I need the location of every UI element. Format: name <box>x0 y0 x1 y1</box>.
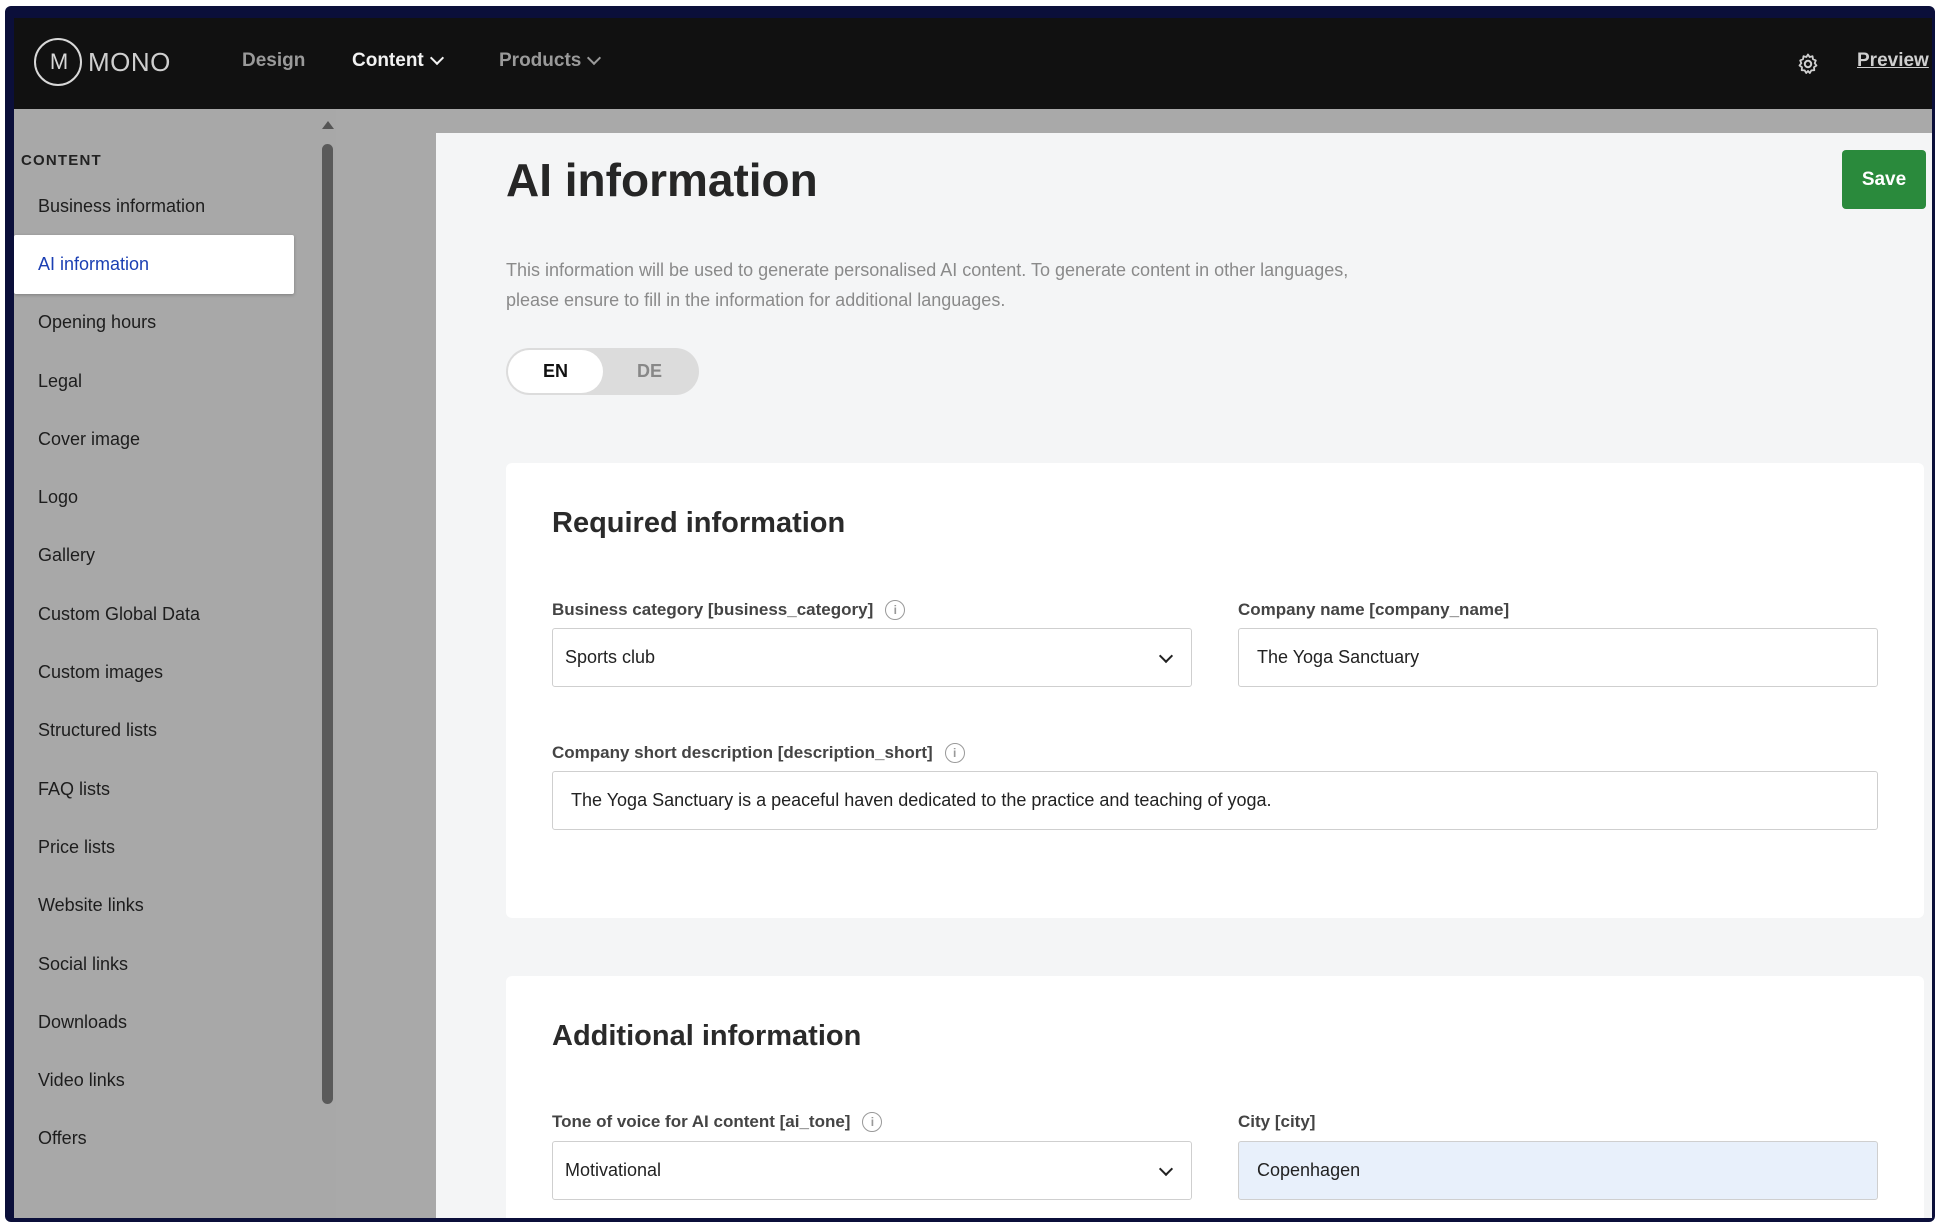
city-label-text: City [city] <box>1238 1112 1316 1131</box>
top-navigation: M MONO Design Content Products Preview <box>14 18 1932 109</box>
sidebar-item-label: Structured lists <box>38 720 158 741</box>
company-name-value: The Yoga Sanctuary <box>1257 647 1420 667</box>
business-category-select[interactable]: Sports club <box>552 628 1192 687</box>
sidebar-heading: CONTENT <box>21 152 102 169</box>
app-window: M MONO Design Content Products Preview C… <box>14 18 1932 1218</box>
info-icon[interactable]: i <box>885 600 906 620</box>
sidebar-item-website-links[interactable]: Website links <box>14 877 294 935</box>
short-description-label-text: Company short description [description_s… <box>552 743 933 762</box>
sidebar-item-label: AI information <box>38 253 150 274</box>
sidebar-item-gallery[interactable]: Gallery <box>14 527 294 585</box>
tone-of-voice-select[interactable]: Motivational <box>552 1141 1192 1200</box>
business-category-label: Business category [business_category] i <box>552 600 906 620</box>
nav-content-label: Content <box>352 50 424 71</box>
sidebar-item-label: Video links <box>38 1070 125 1091</box>
sidebar-list: Business information AI information Open… <box>14 177 294 1168</box>
intro-line: This information will be used to generat… <box>506 260 1349 280</box>
sidebar-item-label: Gallery <box>38 545 96 566</box>
sidebar: CONTENT Business information AI informat… <box>14 109 336 1218</box>
save-button[interactable]: Save <box>1842 150 1926 209</box>
logo-mark-icon: M <box>34 38 82 86</box>
nav-design-label: Design <box>242 50 306 71</box>
page-title: AI information <box>506 154 818 206</box>
chevron-down-icon <box>1158 648 1174 664</box>
company-name-label-text: Company name [company_name] <box>1238 600 1510 619</box>
logo-text: MONO <box>88 46 171 77</box>
language-de-button[interactable]: DE <box>602 350 697 393</box>
sidebar-item-label: Price lists <box>38 836 116 857</box>
sidebar-item-structured-lists[interactable]: Structured lists <box>14 702 294 760</box>
chevron-down-icon <box>429 50 444 66</box>
short-description-label: Company short description [description_s… <box>552 743 965 763</box>
sidebar-item-logo[interactable]: Logo <box>14 468 294 526</box>
sidebar-item-cover-image[interactable]: Cover image <box>14 410 294 468</box>
tone-of-voice-label: Tone of voice for AI content [ai_tone] i <box>552 1112 883 1132</box>
sidebar-item-business-information[interactable]: Business information <box>14 177 294 235</box>
additional-information-title: Additional information <box>552 1020 862 1052</box>
sidebar-item-label: Cover image <box>38 428 141 449</box>
info-icon[interactable]: i <box>944 743 965 763</box>
city-value: Copenhagen <box>1257 1160 1361 1180</box>
sidebar-item-label: Social links <box>38 953 129 974</box>
chevron-down-icon <box>587 50 602 66</box>
sidebar-item-custom-images[interactable]: Custom images <box>14 643 294 701</box>
sidebar-item-price-lists[interactable]: Price lists <box>14 818 294 876</box>
sidebar-item-social-links[interactable]: Social links <box>14 935 294 993</box>
sidebar-item-downloads[interactable]: Downloads <box>14 993 294 1051</box>
intro-line: please ensure to fill in the information… <box>506 290 1006 310</box>
sidebar-item-legal[interactable]: Legal <box>14 352 294 410</box>
gear-icon[interactable] <box>1796 52 1820 76</box>
language-toggle: EN DE <box>506 348 699 395</box>
sidebar-item-label: Offers <box>38 1128 87 1149</box>
company-name-label: Company name [company_name] <box>1238 600 1509 620</box>
sidebar-item-label: Legal <box>38 370 83 391</box>
sidebar-item-offers[interactable]: Offers <box>14 1110 294 1168</box>
city-label: City [city] <box>1238 1112 1315 1132</box>
short-description-value: The Yoga Sanctuary is a peaceful haven d… <box>571 790 1272 810</box>
nav-products-label: Products <box>499 50 582 71</box>
scroll-up-arrow-icon[interactable] <box>322 121 334 129</box>
sidebar-item-opening-hours[interactable]: Opening hours <box>14 294 294 352</box>
sidebar-item-label: Logo <box>38 487 79 508</box>
sidebar-item-label: Website links <box>38 895 144 916</box>
business-category-value: Sports club <box>565 647 656 667</box>
language-en-button[interactable]: EN <box>508 350 603 393</box>
logo[interactable]: M MONO <box>34 38 171 86</box>
sidebar-item-custom-global-data[interactable]: Custom Global Data <box>14 585 294 643</box>
sidebar-scroll-thumb[interactable] <box>322 144 333 1104</box>
sidebar-item-label: Custom images <box>38 662 164 683</box>
sidebar-item-ai-information[interactable]: AI information <box>14 235 294 294</box>
company-name-input[interactable]: The Yoga Sanctuary <box>1238 628 1878 687</box>
sidebar-item-label: Custom Global Data <box>38 603 201 624</box>
tone-of-voice-value: Motivational <box>565 1160 662 1180</box>
screen-frame: M MONO Design Content Products Preview C… <box>5 6 1935 1222</box>
required-information-card: Required information Business category [… <box>506 463 1924 918</box>
city-input[interactable]: Copenhagen <box>1238 1141 1878 1200</box>
additional-information-card: Additional information Tone of voice for… <box>506 976 1924 1218</box>
nav-products[interactable]: Products <box>499 50 602 72</box>
info-icon[interactable]: i <box>862 1112 883 1132</box>
sidebar-item-label: Downloads <box>38 1011 128 1032</box>
preview-link[interactable]: Preview <box>1857 50 1929 72</box>
sidebar-item-video-links[interactable]: Video links <box>14 1051 294 1109</box>
nav-design[interactable]: Design <box>242 50 305 72</box>
required-information-title: Required information <box>552 507 846 539</box>
tone-of-voice-label-text: Tone of voice for AI content [ai_tone] <box>552 1112 851 1131</box>
sidebar-item-label: FAQ lists <box>38 778 111 799</box>
intro-text: This information will be used to generat… <box>506 255 1406 315</box>
sidebar-item-label: Opening hours <box>38 312 157 333</box>
business-category-label-text: Business category [business_category] <box>552 600 874 619</box>
nav-content[interactable]: Content <box>352 50 444 72</box>
short-description-input[interactable]: The Yoga Sanctuary is a peaceful haven d… <box>552 771 1878 830</box>
main-panel: AI information Save This information wil… <box>436 133 1932 1218</box>
sidebar-item-faq-lists[interactable]: FAQ lists <box>14 760 294 818</box>
sidebar-item-label: Business information <box>38 195 206 216</box>
chevron-down-icon <box>1158 1161 1174 1177</box>
